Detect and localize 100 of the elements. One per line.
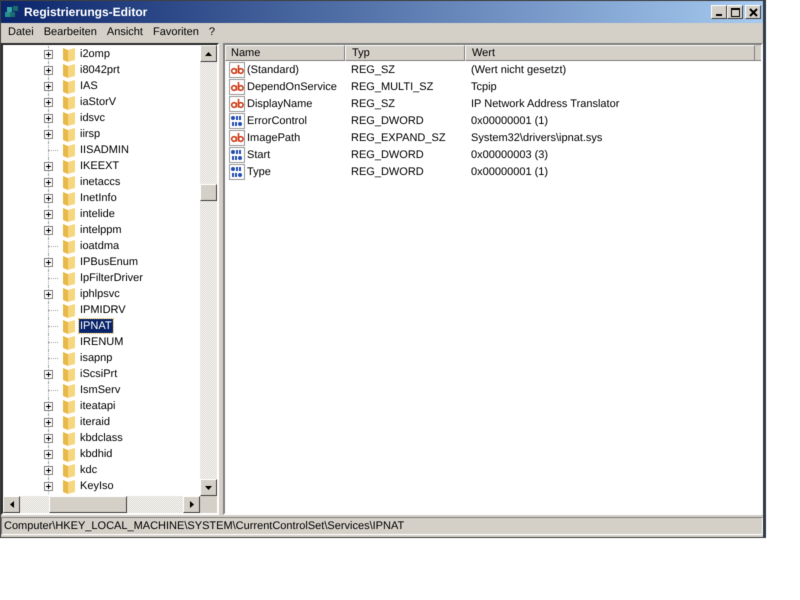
- up-arrow-icon[interactable]: [205, 52, 212, 56]
- tree-item[interactable]: IsmServ: [79, 383, 122, 397]
- tree-item[interactable]: kbdhid: [79, 447, 114, 461]
- folder-icon: [62, 206, 76, 222]
- folder-icon: [62, 334, 76, 350]
- folder-icon: [62, 238, 76, 254]
- scrollbar-thumb[interactable]: [200, 184, 217, 201]
- tree-item[interactable]: IAS: [79, 79, 99, 93]
- folder-icon: [62, 430, 76, 446]
- tree-item[interactable]: iaStorV: [79, 95, 118, 109]
- tree-item[interactable]: iScsiPrt: [79, 367, 118, 381]
- value-name[interactable]: Type: [247, 166, 271, 178]
- expand-icon[interactable]: [44, 466, 53, 474]
- expand-icon[interactable]: [44, 130, 53, 138]
- column-header[interactable]: Typ: [345, 45, 465, 61]
- tree-item[interactable]: IRENUM: [79, 335, 124, 349]
- expand-icon[interactable]: [44, 194, 53, 202]
- column-header[interactable]: Wert: [465, 45, 755, 61]
- binary-value-icon: [229, 112, 245, 128]
- folder-icon: [62, 446, 76, 462]
- tree-item[interactable]: iteraid: [79, 415, 111, 429]
- expand-icon[interactable]: [44, 418, 53, 426]
- tree-item[interactable]: kbdclass: [79, 431, 124, 445]
- tree-item[interactable]: i2omp: [79, 47, 111, 61]
- tree-item[interactable]: i8042prt: [79, 63, 121, 77]
- folder-icon: [62, 366, 76, 382]
- folder-icon: [62, 46, 76, 62]
- value-data: (Wert nicht gesetzt): [471, 64, 566, 76]
- expand-icon[interactable]: [44, 402, 53, 410]
- expand-icon[interactable]: [44, 50, 53, 58]
- expand-icon[interactable]: [44, 210, 53, 218]
- value-type: REG_DWORD: [351, 166, 424, 178]
- folder-icon: [62, 78, 76, 94]
- value-data: System32\drivers\ipnat.sys: [471, 132, 602, 144]
- tree-item[interactable]: KeyIso: [79, 479, 115, 493]
- expand-icon[interactable]: [44, 98, 53, 106]
- tree-item[interactable]: intelide: [79, 207, 116, 221]
- folder-icon: [62, 94, 76, 110]
- down-arrow-icon[interactable]: [205, 486, 212, 490]
- value-name[interactable]: Start: [247, 148, 270, 160]
- maximize-button[interactable]: [727, 5, 743, 19]
- tree-item[interactable]: ioatdma: [79, 239, 120, 253]
- value-name[interactable]: ImagePath: [247, 132, 300, 144]
- folder-icon: [62, 382, 76, 398]
- expand-icon[interactable]: [44, 178, 53, 186]
- expand-icon[interactable]: [44, 226, 53, 234]
- tree-item[interactable]: isapnp: [79, 351, 114, 365]
- close-button[interactable]: [745, 5, 761, 19]
- column-header[interactable]: Name: [225, 45, 345, 61]
- tree-item[interactable]: idsvc: [79, 111, 106, 125]
- folder-icon: [62, 110, 76, 126]
- tree-item[interactable]: iteatapi: [79, 399, 116, 413]
- tree-item[interactable]: IpFilterDriver: [79, 271, 144, 285]
- folder-icon: [62, 174, 76, 190]
- tree-item[interactable]: IKEEXT: [79, 159, 120, 173]
- value-type: REG_SZ: [351, 98, 396, 110]
- folder-icon: [62, 142, 76, 158]
- expand-icon[interactable]: [44, 482, 53, 490]
- tree-item[interactable]: iirsp: [79, 127, 102, 141]
- expand-icon[interactable]: [44, 434, 53, 442]
- menu-item[interactable]: Bearbeiten: [38, 26, 102, 38]
- expand-icon[interactable]: [44, 114, 53, 122]
- right-arrow-icon[interactable]: [190, 501, 194, 508]
- value-name[interactable]: DisplayName: [247, 98, 312, 110]
- minimize-button[interactable]: [711, 5, 727, 19]
- horizontal-scrollbar[interactable]: [3, 496, 217, 513]
- expand-icon[interactable]: [44, 162, 53, 170]
- menu-item[interactable]: ?: [204, 26, 220, 38]
- value-name[interactable]: (Standard): [247, 64, 299, 76]
- value-data: 0x00000001 (1): [471, 114, 548, 126]
- menu-item[interactable]: Ansicht: [102, 26, 148, 38]
- value-name[interactable]: DependOnService: [247, 80, 337, 92]
- tree-item[interactable]: iphlpsvc: [79, 287, 121, 301]
- expand-icon[interactable]: [44, 66, 53, 74]
- tree-item[interactable]: kdc: [79, 463, 98, 477]
- vertical-scrollbar[interactable]: [200, 45, 217, 496]
- tree-item[interactable]: InetInfo: [79, 191, 118, 205]
- tree-item[interactable]: IPMIDRV: [79, 303, 127, 317]
- menu-item[interactable]: Favoriten: [148, 26, 204, 38]
- folder-icon: [62, 462, 76, 478]
- tree-item[interactable]: IISADMIN: [79, 143, 130, 157]
- expand-icon[interactable]: [44, 450, 53, 458]
- tree-item[interactable]: IPBusEnum: [79, 255, 140, 269]
- expand-icon[interactable]: [44, 370, 53, 378]
- expand-icon[interactable]: [44, 290, 53, 298]
- menu-item[interactable]: Datei: [3, 26, 39, 38]
- scrollbar-thumb[interactable]: [49, 496, 127, 513]
- tree-item[interactable]: intelppm: [79, 223, 123, 237]
- folder-icon: [62, 222, 76, 238]
- tree-item[interactable]: IPNAT: [79, 319, 113, 333]
- expand-icon[interactable]: [44, 82, 53, 90]
- scrollbar-corner: [200, 496, 217, 513]
- folder-icon: [62, 190, 76, 206]
- folder-icon: [62, 286, 76, 302]
- left-arrow-icon[interactable]: [10, 501, 14, 508]
- value-name[interactable]: ErrorControl: [247, 114, 307, 126]
- maximize-icon: [730, 8, 740, 16]
- folder-icon: [62, 254, 76, 270]
- tree-item[interactable]: inetaccs: [79, 175, 122, 189]
- expand-icon[interactable]: [44, 258, 53, 266]
